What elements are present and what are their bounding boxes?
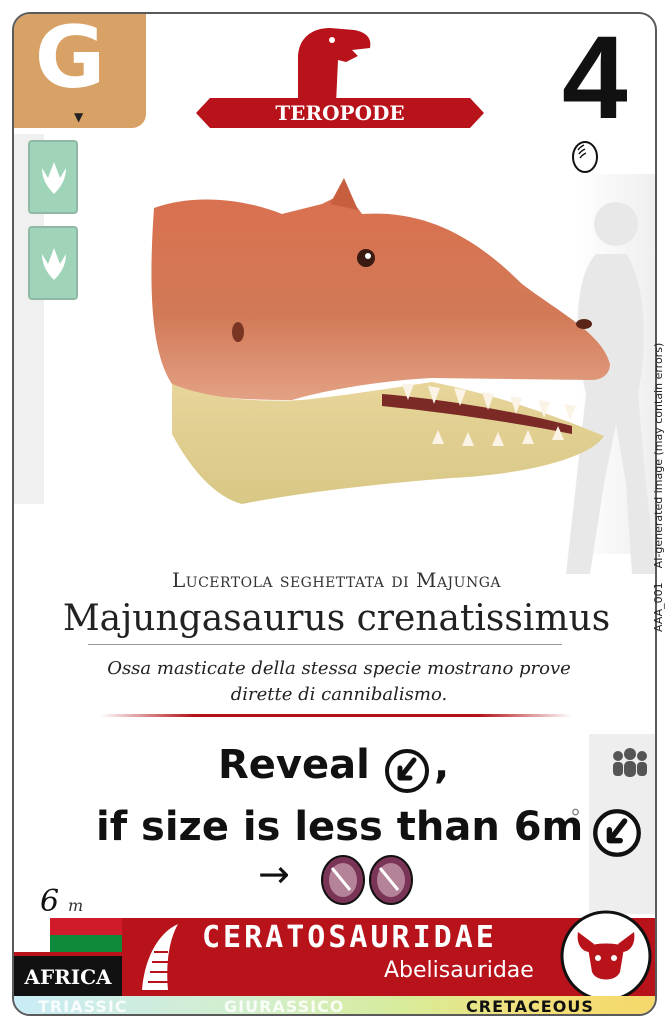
caret-down-icon: ▼: [74, 110, 84, 124]
fact-divider: [100, 714, 572, 717]
subfamily-name: Abelisauridae: [384, 958, 534, 983]
gem-icon: [321, 855, 365, 905]
size-unit: m: [68, 896, 84, 915]
credit-text: AAA_001 AI-generated image (may contain …: [652, 343, 665, 632]
ability-line-1: Reveal: [218, 742, 370, 788]
credit-note: AI-generated image (may contain errors): [652, 342, 665, 569]
fact-text: Ossa masticate della stessa specie mostr…: [107, 658, 571, 705]
claw-icon: [142, 924, 178, 990]
game-card: G ▼ TEROPODE 4 Lucertola seghettata di M…: [12, 12, 657, 1016]
size-value: 6: [40, 884, 60, 919]
name-divider: [88, 644, 562, 645]
dinosaur-illustration: [151, 178, 610, 504]
gem-icon: [369, 855, 413, 905]
degree-mark: °: [570, 806, 581, 831]
egg-icon: [572, 141, 598, 173]
theropod-head-icon: [298, 28, 371, 104]
people-icon: [613, 748, 647, 777]
claw-reveal-icon[interactable]: [384, 748, 430, 794]
ability-verb: Reveal: [218, 742, 370, 788]
era-cretaceous: CRETACEOUS: [466, 997, 594, 1016]
claw-reveal-icon[interactable]: [592, 808, 642, 858]
card-number: 4: [562, 12, 628, 144]
madagascar-flag-icon: [14, 918, 122, 952]
era-bar: TRIASSIC GIURASSICO CRETACEOUS: [14, 996, 655, 1016]
arrow-right-icon: →: [258, 852, 290, 896]
era-jurassic: GIURASSICO: [224, 997, 345, 1016]
track-button-2[interactable]: [28, 226, 78, 300]
bull-head-icon[interactable]: [558, 908, 654, 1004]
credit-code: AAA_001: [652, 582, 665, 632]
common-name: Lucertola seghettata di Majunga: [171, 568, 502, 592]
grade-letter: G: [34, 12, 106, 108]
category-label: TEROPODE: [275, 101, 405, 125]
family-name: CERATOSAURIDAE: [202, 920, 497, 955]
footprint-icon: [42, 248, 66, 280]
scientific-name: Majungasaurus crenatissimus: [62, 598, 611, 639]
ability-line-2: if size is less than 6m: [96, 804, 584, 850]
region-label: AFRICA: [14, 956, 122, 996]
era-triassic: TRIASSIC: [38, 997, 128, 1016]
ability-comma: ,: [434, 742, 450, 788]
footprint-icon: [42, 162, 66, 194]
track-button-1[interactable]: [28, 140, 78, 214]
grade-tab[interactable]: G ▼: [14, 14, 146, 128]
